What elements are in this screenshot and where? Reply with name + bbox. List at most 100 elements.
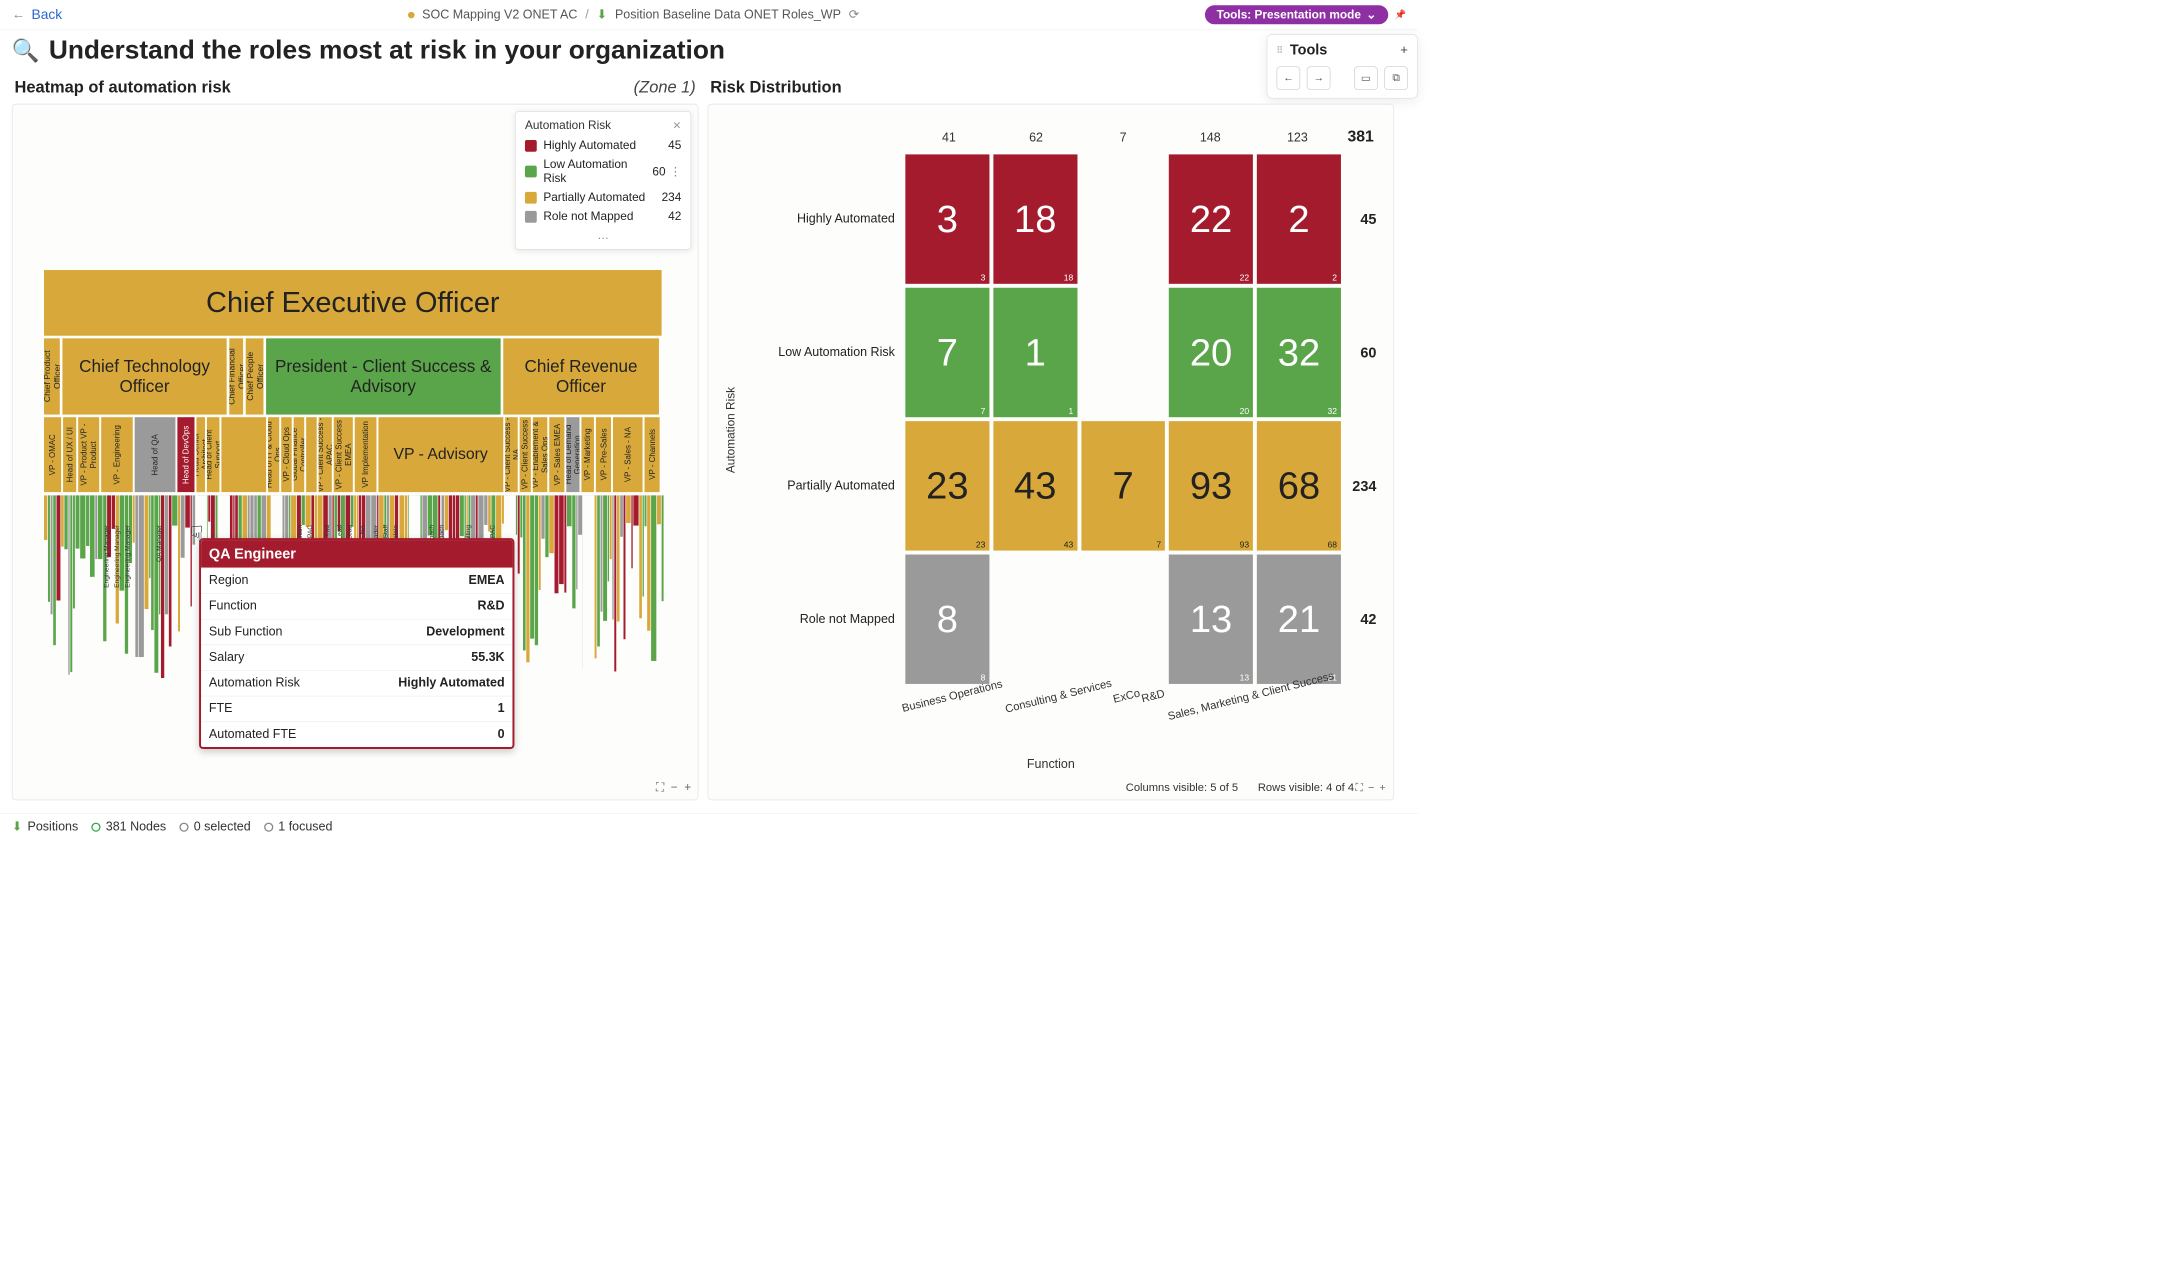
tm-level3-box[interactable]: VP - Sales - NA <box>613 417 643 492</box>
pivot-cell[interactable]: 2121 <box>1257 555 1341 684</box>
tm-leaf[interactable] <box>484 495 488 524</box>
tm-leaf[interactable] <box>526 495 529 662</box>
legend-row[interactable]: Partially Automated234 <box>525 191 681 205</box>
legend-more-icon[interactable]: ⋮ <box>669 165 681 179</box>
tm-leaf[interactable] <box>567 495 571 526</box>
tm-leaf[interactable] <box>161 495 164 677</box>
tm-leaf[interactable] <box>620 495 623 536</box>
nav-prev-button[interactable]: ← <box>1277 66 1301 90</box>
tm-leaf[interactable] <box>53 495 56 644</box>
tm-leaf[interactable] <box>549 495 553 553</box>
tm-leaf[interactable] <box>139 495 144 657</box>
breadcrumb-1[interactable]: SOC Mapping V2 ONET AC <box>422 8 577 22</box>
tm-level3-box[interactable]: Global Finance Controller <box>294 417 305 492</box>
tm-leaf[interactable] <box>633 495 638 525</box>
tm-level3-box[interactable]: Head of Client Support <box>207 417 220 492</box>
tm-leaf[interactable] <box>57 495 61 600</box>
tm-level3-box[interactable]: VP - Client Success - APAC <box>319 417 332 492</box>
pivot-cell[interactable]: 22 <box>1257 154 1341 283</box>
tm-level3-box[interactable]: Head Senior Architect <box>196 417 205 492</box>
tm-level3-box[interactable]: VP - Engineering <box>101 417 133 492</box>
tm-leaf[interactable] <box>542 495 545 538</box>
tm-leaf[interactable] <box>530 495 534 638</box>
breadcrumb-2[interactable]: Position Baseline Data ONET Roles_WP <box>615 8 841 22</box>
screen-icon-button[interactable]: ▭ <box>1354 66 1378 90</box>
tm-leaf[interactable] <box>351 495 353 526</box>
pivot-cell[interactable]: 77 <box>1081 421 1165 550</box>
tm-leaf[interactable] <box>98 495 103 558</box>
tm-level3-box[interactable]: VP - Client Success EMEA <box>334 417 353 492</box>
tm-leaf[interactable] <box>564 495 566 592</box>
tm-level2-box[interactable]: Chief Revenue Officer <box>503 338 659 414</box>
pivot-cell[interactable]: 2222 <box>1169 154 1253 283</box>
tm-leaf[interactable] <box>64 495 68 549</box>
tm-level3-box[interactable]: VP - Pre-Sales <box>596 417 611 492</box>
pivot-cell[interactable]: 1313 <box>1169 555 1253 684</box>
tm-level3-box[interactable]: VP - Marketing <box>581 417 594 492</box>
tm-leaf[interactable] <box>44 495 47 539</box>
zoom-out-icon[interactable]: − <box>1368 782 1374 794</box>
pivot-cell[interactable] <box>1081 154 1165 283</box>
tm-leaf[interactable] <box>496 495 501 544</box>
tm-level3-box[interactable]: Head of QA <box>135 417 175 492</box>
tm-leaf[interactable] <box>180 495 184 558</box>
tm-leaf[interactable] <box>48 495 50 601</box>
tm-level3-box[interactable] <box>306 417 317 492</box>
tm-leaf[interactable] <box>76 495 80 548</box>
tm-level3-box[interactable]: VP - Client Success <box>520 417 531 492</box>
tm-leaf[interactable] <box>523 495 526 650</box>
drag-handle-icon[interactable]: ⠿ <box>1277 44 1284 55</box>
tm-leaf[interactable] <box>539 495 541 589</box>
tm-level2-box[interactable]: Chief Financial Officer <box>229 338 243 414</box>
tm-leaf[interactable] <box>578 495 582 534</box>
tm-leaf[interactable] <box>302 495 305 525</box>
zoom-out-icon[interactable]: − <box>671 781 678 795</box>
fullscreen-icon[interactable]: ⛶ <box>656 781 664 795</box>
tm-level3-box[interactable]: VP - Cloud Ops <box>281 417 292 492</box>
tm-level3-box[interactable]: VP Implementation <box>355 417 376 492</box>
tm-level3-box[interactable]: Head of IT & Cloud Ops <box>268 417 279 492</box>
tm-leaf[interactable] <box>626 495 631 522</box>
pivot-cell[interactable]: 88 <box>905 555 989 684</box>
tm-leaf[interactable] <box>559 495 563 584</box>
pivot-cell[interactable]: 77 <box>905 288 989 417</box>
copy-icon-button[interactable]: ⧉ <box>1384 66 1408 90</box>
pin-icon[interactable]: 📌 <box>1395 9 1406 20</box>
pivot-cell[interactable] <box>993 555 1077 684</box>
tm-leaf[interactable] <box>80 495 85 558</box>
tm-level3-box[interactable]: Head of Demand Generation <box>566 417 579 492</box>
tm-level3-box[interactable]: VP - Product VP - Product <box>78 417 99 492</box>
pivot-cell[interactable]: 9393 <box>1169 421 1253 550</box>
tm-level2-box[interactable]: Chief People Officer <box>246 338 263 414</box>
tm-leaf[interactable] <box>657 495 661 524</box>
tm-leaf[interactable] <box>144 495 148 609</box>
pivot-cell[interactable]: 11 <box>993 288 1077 417</box>
tm-leaf[interactable] <box>614 495 616 671</box>
nav-next-button[interactable]: → <box>1307 66 1331 90</box>
tm-leaf[interactable] <box>460 495 464 536</box>
pivot-cell[interactable]: 3232 <box>1257 288 1341 417</box>
legend-row[interactable]: Highly Automated45 <box>525 139 681 153</box>
tm-level3-box[interactable]: VP - Advisory <box>378 417 503 492</box>
pivot-grid[interactable]: 41627148123 381 Highly Automated33181822… <box>761 131 1381 741</box>
tm-leaf[interactable] <box>169 495 172 646</box>
tm-leaf[interactable] <box>603 495 607 621</box>
tm-level2-box[interactable]: President - Client Success & Advisory <box>266 338 500 414</box>
pivot-cell[interactable]: 4343 <box>993 421 1077 550</box>
back-link[interactable]: ← Back <box>12 7 62 23</box>
legend-ellipsis[interactable]: … <box>525 229 681 243</box>
tm-leaf[interactable] <box>554 495 558 593</box>
legend-row[interactable]: Role not Mapped42 <box>525 210 681 224</box>
tm-leaf[interactable] <box>136 495 138 657</box>
add-tool-icon[interactable]: + <box>1400 42 1408 57</box>
tm-leaf[interactable] <box>172 495 177 525</box>
tm-leaf[interactable] <box>545 495 548 557</box>
tm-leaf[interactable] <box>535 495 538 644</box>
zoom-in-icon[interactable]: + <box>1379 782 1385 794</box>
tm-level3-box[interactable]: VP - Channels <box>645 417 660 492</box>
tm-level2-box[interactable]: Chief Technology Officer <box>62 338 226 414</box>
fullscreen-icon[interactable]: ⛶ <box>1355 782 1362 794</box>
pivot-cell[interactable] <box>1081 288 1165 417</box>
legend-close-icon[interactable]: ✕ <box>673 119 682 132</box>
tm-leaf[interactable] <box>647 495 651 631</box>
